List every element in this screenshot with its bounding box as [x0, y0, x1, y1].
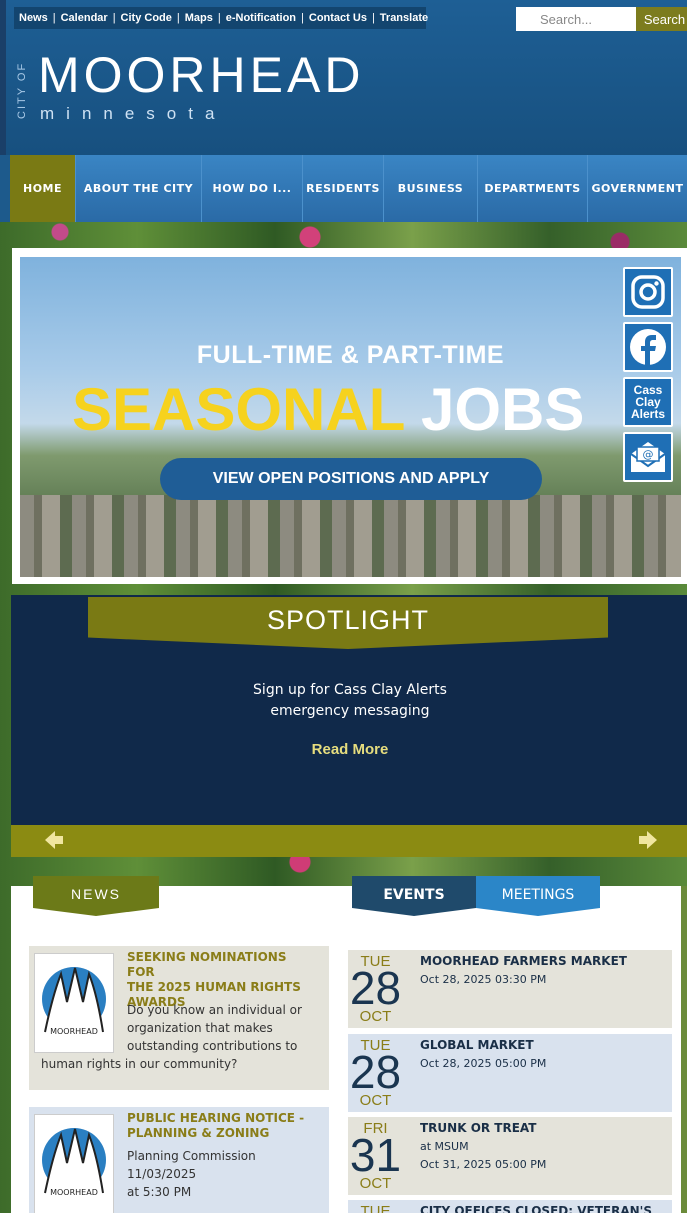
- background-edge: [681, 886, 687, 1213]
- view-positions-button[interactable]: VIEW OPEN POSITIONS AND APPLY: [160, 458, 542, 500]
- instagram-button[interactable]: [623, 267, 673, 317]
- moorhead-logo-icon: MOORHEAD: [42, 967, 106, 1036]
- tab-events[interactable]: EVENTS: [352, 876, 476, 916]
- event-datetime: Oct 31, 2025 05:00 PM: [420, 1158, 547, 1171]
- event-title[interactable]: GLOBAL MARKET: [420, 1038, 665, 1052]
- event-day: 28: [349, 962, 402, 1014]
- news-item[interactable]: MOORHEAD SEEKING NOMINATIONS FOR THE 202…: [29, 946, 329, 1090]
- hero-city-photo: [20, 495, 681, 577]
- utility-link-news[interactable]: News: [19, 12, 48, 24]
- search-input[interactable]: Search...: [516, 7, 636, 31]
- event-location: at MSUM: [420, 1140, 469, 1153]
- moorhead-logo-icon: MOORHEAD: [42, 1128, 106, 1197]
- event-item[interactable]: TUE CITY OFFICES CLOSED: VETERAN'S: [348, 1200, 672, 1213]
- news-description: Do you know an individual or organizatio…: [127, 1001, 323, 1055]
- utility-link-city-code[interactable]: City Code: [121, 12, 172, 24]
- news-item[interactable]: MOORHEAD PUBLIC HEARING NOTICE - PLANNIN…: [29, 1107, 329, 1213]
- nav-residents[interactable]: RESIDENTS: [303, 155, 384, 222]
- event-day: 31: [349, 1129, 402, 1181]
- nav-departments[interactable]: DEPARTMENTS: [478, 155, 588, 222]
- news-title-line: SEEKING NOMINATIONS FOR: [127, 950, 287, 979]
- search-button[interactable]: Search: [636, 7, 687, 31]
- email-icon: @: [630, 442, 666, 472]
- event-item[interactable]: TUE 28 OCT MOORHEAD FARMERS MARKET Oct 2…: [348, 950, 672, 1028]
- spotlight-text-line-1: Sign up for Cass Clay Alerts: [253, 682, 447, 698]
- read-more-link[interactable]: Read More: [250, 741, 450, 758]
- hero-headline: FULL-TIME & PART-TIME: [196, 341, 505, 369]
- thumb-label: MOORHEAD: [50, 1188, 98, 1197]
- svg-text:@: @: [643, 448, 654, 461]
- event-month: OCT: [359, 1175, 392, 1192]
- news-title-line: PLANNING & ZONING: [127, 1126, 270, 1140]
- event-month: OCT: [359, 1092, 392, 1109]
- news-desc-line: Planning Commission 11/03/2025: [127, 1149, 256, 1181]
- logo-moorhead[interactable]: MOORHEAD: [38, 48, 364, 102]
- news-desc-line: at 5:30 PM: [127, 1185, 192, 1199]
- utility-link-e-notification[interactable]: e-Notification: [226, 12, 296, 24]
- event-title[interactable]: MOORHEAD FARMERS MARKET: [420, 954, 665, 968]
- facebook-button[interactable]: [623, 322, 673, 372]
- nav-business[interactable]: BUSINESS: [384, 155, 478, 222]
- thumb-label: MOORHEAD: [50, 1027, 98, 1036]
- hero-banner[interactable]: FULL-TIME & PART-TIME SEASONAL JOBS VIEW…: [20, 257, 681, 577]
- arrow-left-icon[interactable]: [43, 829, 65, 851]
- email-button[interactable]: @: [623, 432, 673, 482]
- nav-government[interactable]: GOVERNMENT: [588, 155, 687, 222]
- event-datetime: Oct 28, 2025 05:00 PM: [420, 1057, 547, 1070]
- hero-seasonal: SEASONAL: [72, 376, 405, 443]
- site-header: News | Calendar | City Code | Maps | e-Notif…: [0, 0, 687, 155]
- alerts-line-3: Alerts: [630, 407, 665, 421]
- tab-meetings[interactable]: MEETINGS: [476, 876, 600, 916]
- logo-minnesota: minnesota: [40, 104, 227, 123]
- news-description: Planning Commission 11/03/2025 at 5:30 P…: [127, 1147, 323, 1201]
- spotlight-text: Sign up for Cass Clay Alerts emergency m…: [200, 680, 500, 722]
- hero-seasonal-jobs: SEASONAL JOBS: [72, 375, 584, 445]
- nav-about-the-city[interactable]: ABOUT THE CITY: [76, 155, 202, 222]
- event-day: 28: [349, 1046, 402, 1098]
- logo-city-of: CITY OF: [16, 61, 28, 119]
- event-title[interactable]: TRUNK OR TREAT: [420, 1121, 665, 1135]
- news-title[interactable]: PUBLIC HEARING NOTICE - PLANNING & ZONIN…: [127, 1111, 317, 1141]
- utility-link-maps[interactable]: Maps: [185, 12, 213, 24]
- event-item[interactable]: TUE 28 OCT GLOBAL MARKET Oct 28, 2025 05…: [348, 1034, 672, 1112]
- hero-jobs: JOBS: [420, 376, 585, 443]
- news-title-line: THE 2025 HUMAN RIGHTS: [127, 980, 301, 994]
- event-datetime: Oct 28, 2025 03:30 PM: [420, 973, 547, 986]
- news-desc-line: outstanding contributions to: [127, 1039, 298, 1053]
- utility-link-contact-us[interactable]: Contact Us: [309, 12, 367, 24]
- instagram-icon: [631, 275, 665, 309]
- event-month: OCT: [359, 1008, 392, 1025]
- main-nav: HOME ABOUT THE CITY HOW DO I... RESIDENT…: [10, 155, 687, 222]
- news-thumbnail: MOORHEAD: [34, 1114, 114, 1213]
- news-desc-line: Do you know an individual or: [127, 1003, 302, 1017]
- spotlight-text-line-2: emergency messaging: [270, 703, 430, 719]
- nav-home[interactable]: HOME: [10, 155, 76, 222]
- event-title[interactable]: CITY OFFICES CLOSED: VETERAN'S: [420, 1204, 665, 1213]
- spotlight-title: SPOTLIGHT: [266, 605, 430, 635]
- news-thumbnail: MOORHEAD: [34, 953, 114, 1053]
- news-title-line: PUBLIC HEARING NOTICE -: [127, 1111, 305, 1125]
- utility-link-translate[interactable]: Translate: [380, 12, 428, 24]
- spotlight-controls: [11, 825, 687, 857]
- event-weekday: TUE: [360, 1203, 391, 1213]
- news-desc-line: human rights in our community?: [41, 1057, 238, 1071]
- utility-nav: News | Calendar | City Code | Maps | e-Notif…: [14, 7, 428, 29]
- event-item[interactable]: FRI 31 OCT TRUNK OR TREAT at MSUM Oct 31…: [348, 1117, 672, 1195]
- facebook-icon: [630, 329, 666, 365]
- tab-news[interactable]: NEWS: [33, 876, 159, 916]
- news-desc-line: organization that makes: [127, 1021, 273, 1035]
- utility-link-calendar[interactable]: Calendar: [61, 12, 108, 24]
- cass-clay-alerts-button[interactable]: Cass Clay Alerts: [623, 377, 673, 427]
- arrow-right-icon[interactable]: [637, 829, 659, 851]
- nav-how-do-i[interactable]: HOW DO I...: [202, 155, 303, 222]
